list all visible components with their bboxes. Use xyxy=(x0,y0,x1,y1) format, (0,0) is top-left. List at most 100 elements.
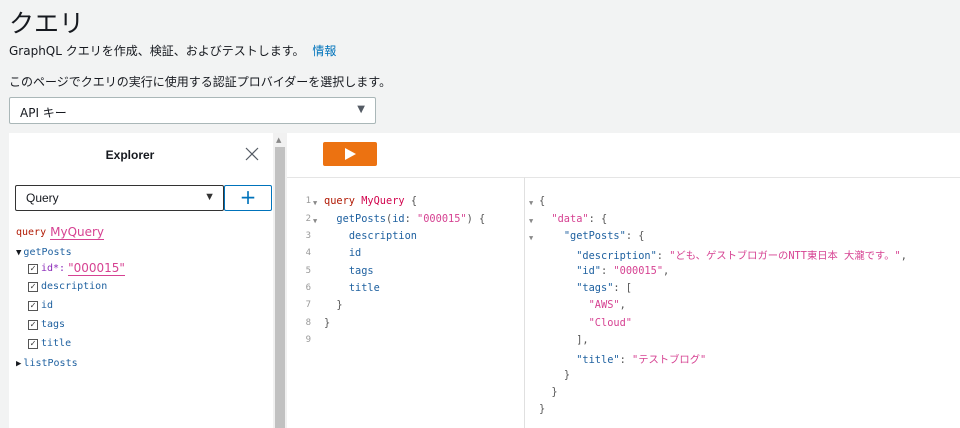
caret-right-icon[interactable]: ▶ xyxy=(16,359,21,369)
code-token: "AWS" xyxy=(588,299,620,311)
result-line: } xyxy=(539,403,545,415)
code-token: tags xyxy=(348,265,374,277)
close-icon[interactable] xyxy=(245,147,259,161)
auth-provider-select[interactable]: API キー ▼ xyxy=(9,97,376,124)
code-token: "title" xyxy=(576,354,620,366)
code-token: : xyxy=(601,265,614,277)
line-number: 8 xyxy=(305,318,311,328)
result-line: "AWS", xyxy=(539,299,626,311)
editor-toolbar xyxy=(287,133,960,177)
code-token: description xyxy=(348,230,418,242)
tree-node-listposts[interactable]: ▶ listPosts xyxy=(16,358,78,369)
checkbox-checked-icon[interactable]: ✓ xyxy=(28,263,38,274)
code-token: id xyxy=(392,213,405,225)
checkbox-checked-icon[interactable]: ✓ xyxy=(28,319,38,330)
code-line-2: getPosts(id: "000015") { xyxy=(324,213,485,225)
tree-field-description[interactable]: ✓ description xyxy=(28,281,107,292)
explorer-header: Explorer xyxy=(9,133,273,177)
field-label: tags xyxy=(41,319,66,330)
code-line-3: description xyxy=(324,230,417,242)
code-token: "000015" xyxy=(613,265,664,277)
code-token: , xyxy=(619,299,626,311)
checkbox-checked-icon[interactable]: ✓ xyxy=(28,300,38,311)
tree-field-id[interactable]: ✓ id xyxy=(28,300,53,311)
code-token: title xyxy=(348,282,380,294)
field-label: title xyxy=(41,338,72,349)
fold-arrow-icon[interactable]: ▼ xyxy=(529,234,533,242)
run-query-button[interactable] xyxy=(323,142,377,166)
code-token: : xyxy=(656,250,670,262)
info-link[interactable]: 情報 xyxy=(312,44,336,58)
query-editor[interactable]: 1 2 3 4 5 6 7 8 9 ▼ ▼ query MyQuery { ge… xyxy=(287,177,524,428)
code-token: : [ xyxy=(613,282,633,294)
add-operation-button[interactable]: + xyxy=(224,185,272,211)
code-token: "ども、ゲストブロガーのNTT東日本 大瀧です。" xyxy=(669,250,901,262)
fold-arrow-icon[interactable]: ▼ xyxy=(313,217,317,225)
code-line-7: } xyxy=(324,299,343,311)
scrollbar-thumb[interactable] xyxy=(275,147,285,428)
explorer-panel: Explorer Query ▼ + query MyQuery ▼ getPo… xyxy=(9,133,273,428)
tree-arg-id[interactable]: ✓ id*: "000015" xyxy=(28,261,125,276)
result-line: "description": "ども、ゲストブロガーのNTT東日本 大瀧です。"… xyxy=(539,247,907,262)
result-line: "tags": [ xyxy=(539,282,632,294)
fold-arrow-icon[interactable]: ▼ xyxy=(313,199,317,207)
code-token: "テストブログ" xyxy=(632,354,707,366)
line-number: 7 xyxy=(305,300,311,310)
operation-type-select[interactable]: Query ▼ xyxy=(15,185,224,211)
code-line-1: query MyQuery { xyxy=(324,195,417,207)
code-token: : { xyxy=(588,213,608,225)
code-token: "description" xyxy=(576,250,657,262)
explorer-title: Explorer xyxy=(105,148,155,162)
code-token: "getPosts" xyxy=(563,230,626,242)
checkbox-checked-icon[interactable]: ✓ xyxy=(28,338,38,349)
result-line: } xyxy=(539,386,558,398)
scroll-up-icon[interactable]: ▲ xyxy=(276,136,281,144)
play-icon xyxy=(345,148,356,160)
fold-arrow-icon[interactable]: ▼ xyxy=(529,217,533,225)
provider-label: このページでクエリの実行に使用する認証プロバイダーを選択します。 xyxy=(9,75,392,89)
code-line-6: title xyxy=(324,282,380,294)
code-token: } xyxy=(563,369,571,381)
code-line-4: id xyxy=(324,247,361,259)
code-token: "000015" xyxy=(417,213,467,225)
code-token: } xyxy=(539,403,546,415)
fold-arrow-icon[interactable]: ▼ xyxy=(529,199,533,207)
tree-field-tags[interactable]: ✓ tags xyxy=(28,319,65,330)
result-line: { xyxy=(539,195,545,207)
tree-node-getposts[interactable]: ▼ getPosts xyxy=(16,247,72,258)
code-token: } xyxy=(551,386,558,398)
code-token: } xyxy=(324,317,331,329)
field-label: getPosts xyxy=(23,247,72,258)
field-label: id xyxy=(41,300,54,311)
caret-down-icon[interactable]: ▼ xyxy=(16,248,21,258)
code-token: } xyxy=(336,299,343,311)
code-token: "id" xyxy=(576,265,602,277)
result-line: "data": { xyxy=(539,213,607,225)
code-token: { xyxy=(539,195,546,207)
operation-name-row: query MyQuery xyxy=(16,225,105,240)
code-token: getPosts xyxy=(336,213,387,225)
page-description: GraphQL クエリを作成、検証、およびテストします。 情報 xyxy=(9,42,336,59)
code-token: "data" xyxy=(551,213,589,225)
line-number: 3 xyxy=(305,231,311,241)
arg-value-input[interactable]: "000015" xyxy=(68,261,125,276)
checkbox-checked-icon[interactable]: ✓ xyxy=(28,281,38,292)
description-text: GraphQL クエリを作成、検証、およびテストします。 xyxy=(9,44,305,58)
code-token: , xyxy=(900,250,907,262)
arg-label: id*: xyxy=(41,263,66,274)
code-token: query xyxy=(324,195,355,207)
code-token: : xyxy=(619,354,633,366)
code-token: : { xyxy=(625,230,645,242)
code-token: ], xyxy=(576,334,589,346)
code-token: MyQuery xyxy=(361,195,405,207)
result-viewer[interactable]: ▼ ▼ ▼ { "data": { "getPosts": { "descrip… xyxy=(524,177,960,428)
line-number: 2 xyxy=(305,214,311,224)
line-number: 1 xyxy=(305,196,311,206)
result-line: ], xyxy=(539,334,589,346)
result-line: } xyxy=(539,369,570,381)
line-number: 5 xyxy=(305,266,311,276)
line-number: 4 xyxy=(305,248,311,258)
tree-field-title[interactable]: ✓ title xyxy=(28,338,71,349)
operation-name-input[interactable]: MyQuery xyxy=(50,225,105,240)
code-token: "Cloud" xyxy=(588,317,633,329)
